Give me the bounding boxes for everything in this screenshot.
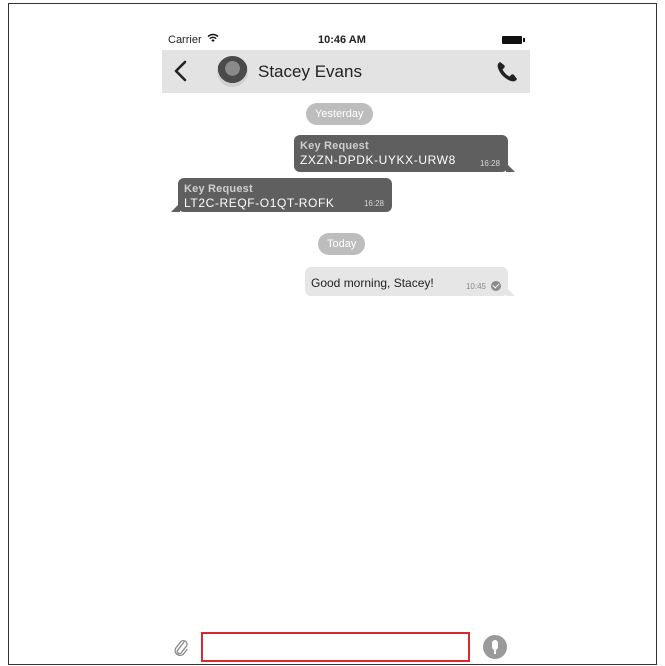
message-bubble-outgoing[interactable]: Key Request ZXZN-DPDK-UYKX-URW8 16:28 (294, 135, 515, 172)
avatar[interactable] (217, 56, 248, 87)
carrier-label: Carrier (168, 34, 202, 46)
date-separator-yesterday: Yesterday (306, 103, 373, 125)
status-time: 10:46 AM (318, 34, 366, 46)
message-title: Key Request (184, 183, 253, 195)
status-bar: Carrier 10:46 AM (162, 30, 530, 50)
message-timestamp: 10:45 (465, 282, 486, 291)
bubble-tail (506, 163, 515, 172)
message-timestamp: 16:28 (479, 159, 500, 168)
delivered-check-icon (491, 281, 501, 291)
message-timestamp: 16:28 (363, 199, 384, 208)
wifi-icon (207, 33, 219, 42)
bubble-tail (506, 287, 515, 296)
message-body: LT2C-REQF-O1QT-ROFK (184, 196, 335, 210)
microphone-icon[interactable] (483, 635, 507, 659)
message-body: ZXZN-DPDK-UYKX-URW8 (300, 153, 456, 167)
contact-name[interactable]: Stacey Evans (258, 62, 362, 82)
paperclip-icon[interactable] (172, 637, 190, 659)
phone-icon[interactable] (494, 59, 520, 85)
battery-icon (502, 36, 525, 44)
message-bubble-incoming[interactable]: Key Request LT2C-REQF-O1QT-ROFK 16:28 (171, 178, 392, 212)
message-input[interactable] (201, 632, 470, 662)
chevron-left-icon[interactable] (169, 58, 193, 84)
date-separator-today: Today (318, 233, 366, 255)
message-bubble-outgoing[interactable]: Good morning, Stacey! 10:45 (305, 267, 515, 296)
chat-header: Stacey Evans (162, 50, 530, 93)
message-title: Key Request (300, 140, 369, 152)
message-body: Good morning, Stacey! (311, 276, 434, 290)
bubble-tail (171, 203, 180, 212)
